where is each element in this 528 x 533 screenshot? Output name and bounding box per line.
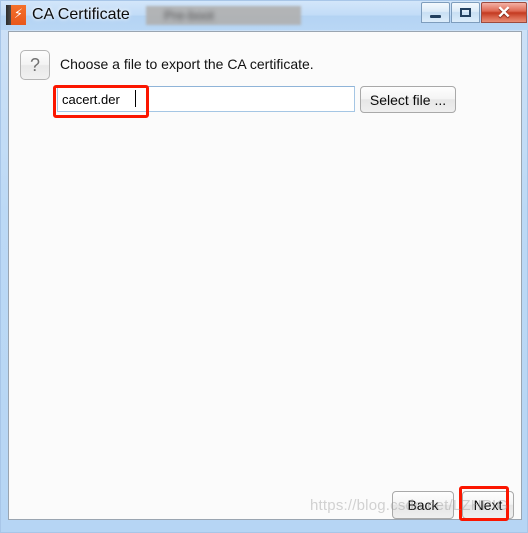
dialog-content-panel: ? Choose a file to export the CA certifi… [8, 31, 522, 520]
app-icon-glyph: ⚡ [13, 7, 24, 22]
close-icon: ✕ [496, 3, 512, 22]
title-bar[interactable]: ⚡ CA Certificate Pre-boot ✕ [1, 1, 528, 30]
minimize-icon [422, 3, 449, 22]
next-button[interactable]: Next [462, 491, 514, 519]
text-cursor [135, 90, 136, 107]
close-button[interactable]: ✕ [481, 2, 527, 23]
window-controls: ✕ [420, 2, 527, 24]
back-button[interactable]: Back [392, 491, 454, 519]
help-button[interactable]: ? [20, 50, 50, 80]
select-file-button[interactable]: Select file ... [360, 86, 456, 113]
dialog-window: ⚡ CA Certificate Pre-boot ✕ ? Choose a f… [0, 0, 528, 533]
title-redacted-text: Pre-boot [164, 8, 214, 23]
app-certificate-icon: ⚡ [6, 5, 26, 25]
instruction-text: Choose a file to export the CA certifica… [60, 56, 314, 72]
window-title: CA Certificate [32, 6, 130, 23]
title-redacted-overlay: Pre-boot [146, 6, 301, 25]
maximize-icon [452, 3, 479, 22]
minimize-button[interactable] [421, 2, 450, 23]
maximize-button[interactable] [451, 2, 480, 23]
export-file-path-input[interactable] [57, 86, 355, 112]
